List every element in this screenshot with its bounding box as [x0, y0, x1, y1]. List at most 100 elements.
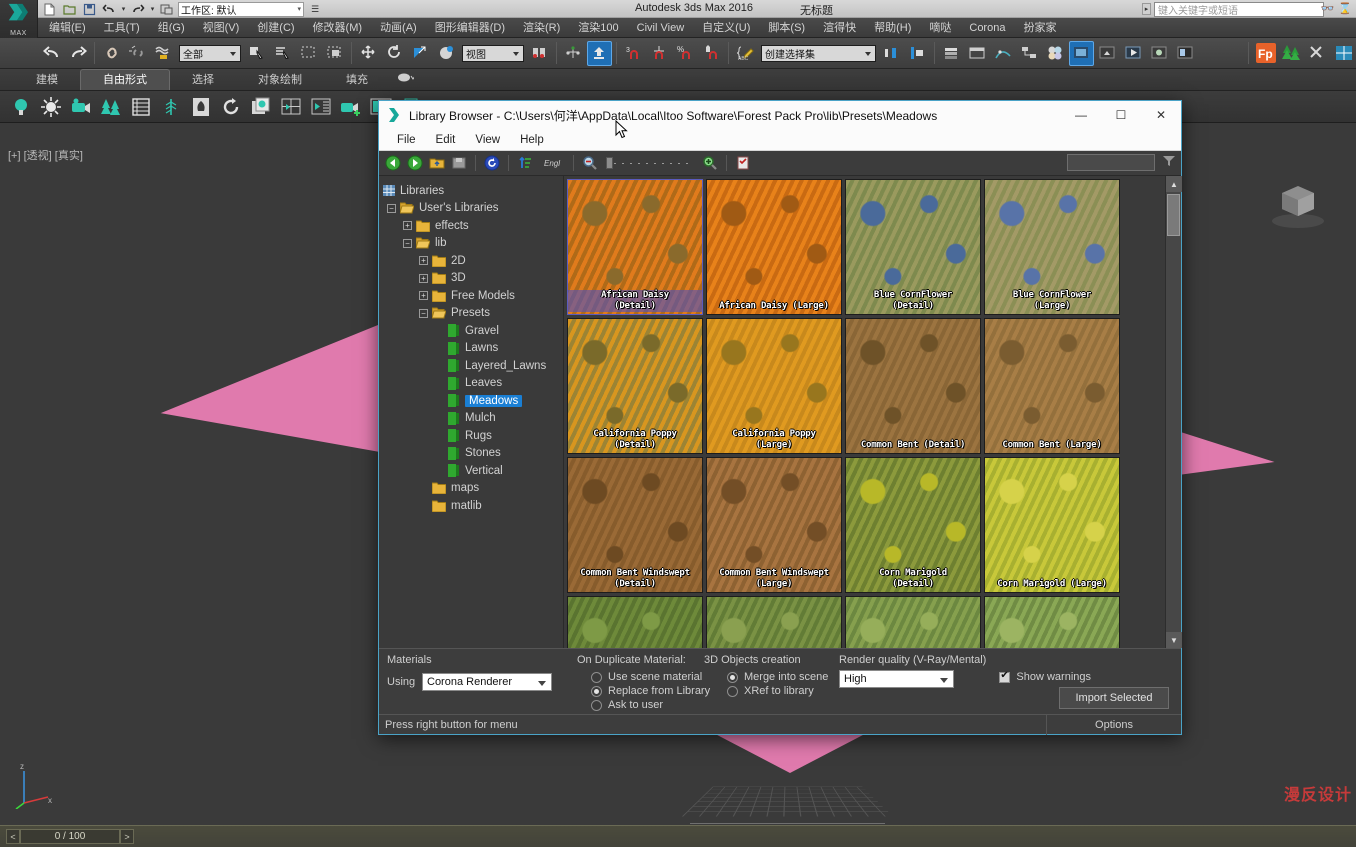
tree-expander-collapsed[interactable]: +	[419, 291, 428, 301]
save-file-icon[interactable]	[80, 1, 98, 17]
snaps-3d-icon[interactable]: 3	[621, 41, 646, 66]
grass-icon[interactable]	[158, 94, 184, 120]
select-by-name-icon[interactable]	[270, 41, 295, 66]
max-status-bar[interactable]: < 0 / 100 >	[0, 825, 1356, 847]
thumbnail-item[interactable]	[845, 596, 981, 648]
align-icon[interactable]	[905, 41, 930, 66]
redo-dropdown-icon[interactable]: ▾	[149, 1, 156, 17]
options-button[interactable]: Options	[1046, 715, 1181, 735]
lb-menu-view[interactable]: View	[465, 134, 510, 146]
max-main-toolbar[interactable]: 全部 视图 3 % ABC 创建选择集 Fp	[0, 38, 1356, 69]
tree-item-lawns[interactable]: Lawns	[383, 340, 563, 358]
open-file-icon[interactable]	[60, 1, 78, 17]
max-menu-bar[interactable]: 编辑(E) 工具(T) 组(G) 视图(V) 创建(C) 修改器(M) 动画(A…	[0, 18, 1356, 38]
ribbon-tab-selection[interactable]: 选择	[170, 70, 236, 90]
list-view-icon[interactable]	[128, 94, 154, 120]
copy-layers-icon[interactable]	[248, 94, 274, 120]
qat-overflow-icon[interactable]: ☰	[306, 1, 324, 17]
select-and-rotate-icon[interactable]	[382, 41, 407, 66]
tree-item-matlib[interactable]: matlib	[383, 497, 563, 515]
scroll-down-button[interactable]: ▼	[1166, 632, 1182, 648]
ribbon-toggle-icon[interactable]	[965, 41, 990, 66]
menu-item-0[interactable]: 编辑(E)	[40, 18, 95, 38]
menu-item-3[interactable]: 视图(V)	[194, 18, 249, 38]
menu-item-9[interactable]: 渲染100	[569, 18, 627, 38]
lb-menu-help[interactable]: Help	[510, 134, 554, 146]
bind-to-space-warp-icon[interactable]	[151, 41, 176, 66]
select-and-link-icon[interactable]	[99, 41, 124, 66]
minimize-button[interactable]: —	[1061, 101, 1101, 129]
thumbnail-item[interactable]: Common Bent Windswept (Large)	[706, 457, 842, 593]
forest-pack-trees-icon[interactable]	[98, 94, 124, 120]
forward-icon[interactable]	[405, 153, 425, 173]
menu-item-11[interactable]: 自定义(U)	[693, 18, 759, 38]
radio-ask-to-user[interactable]: Ask to user	[591, 699, 663, 711]
thumbnail-item[interactable]: Blue CornFlower (Large)	[984, 179, 1120, 315]
renderer-combo[interactable]: Corona Renderer	[422, 673, 552, 691]
window-crossing-icon[interactable]	[322, 41, 347, 66]
tree-item-rugs[interactable]: Rugs	[383, 427, 563, 445]
tree-item-free-models[interactable]: + Free Models	[383, 287, 563, 305]
lb-menu-file[interactable]: File	[387, 134, 426, 146]
save-icon[interactable]	[449, 153, 469, 173]
menu-item-1[interactable]: 工具(T)	[95, 18, 149, 38]
library-browser-options-panel[interactable]: Materials Using Corona Renderer On Dupli…	[379, 648, 1181, 714]
menu-item-4[interactable]: 创建(C)	[248, 18, 303, 38]
radio-merge-into-scene[interactable]: Merge into scene	[727, 671, 828, 683]
rendered-frame-window-icon[interactable]	[1095, 41, 1120, 66]
menu-item-6[interactable]: 动画(A)	[371, 18, 426, 38]
radio-use-scene-material[interactable]: Use scene material	[591, 671, 702, 683]
thumbnail-item[interactable]: California Poppy (Large)	[706, 318, 842, 454]
library-browser-window[interactable]: Library Browser - C:\Users\何洋\AppData\Lo…	[378, 100, 1182, 735]
menu-item-15[interactable]: 嘀哒	[920, 18, 960, 38]
ribbon-tab-populate[interactable]: 填充	[324, 70, 390, 90]
new-file-icon[interactable]	[40, 1, 58, 17]
menu-item-13[interactable]: 渲得快	[814, 18, 865, 38]
layer-manager-icon[interactable]	[939, 41, 964, 66]
quick-access-toolbar[interactable]: ▾ ▾ 工作区: 默认 ▾ ☰	[40, 1, 324, 17]
thumbnail-item[interactable]: Corn Marigold (Large)	[984, 457, 1120, 593]
unlink-selection-icon[interactable]	[125, 41, 150, 66]
edit-named-selection-sets-icon[interactable]: ABC	[733, 41, 758, 66]
render-setup-icon[interactable]	[1069, 40, 1094, 66]
scroll-up-button[interactable]: ▲	[1166, 176, 1182, 192]
forest-trees-icon[interactable]	[1279, 41, 1304, 66]
ribbon-tab-freeform[interactable]: 自由形式	[80, 69, 170, 90]
railclone-icon[interactable]	[1331, 41, 1356, 66]
thumbnail-item[interactable]: Common Bent Windswept (Detail)	[567, 457, 703, 593]
render-iterative-icon[interactable]	[1147, 41, 1172, 66]
filter-funnel-icon[interactable]	[1162, 155, 1176, 170]
menu-item-5[interactable]: 修改器(M)	[304, 18, 372, 38]
language-icon[interactable]: Engl	[537, 153, 567, 173]
tree-item-user-s-libraries[interactable]: − User's Libraries	[383, 200, 563, 218]
tree-item-leaves[interactable]: Leaves	[383, 375, 563, 393]
menu-item-10[interactable]: Civil View	[628, 18, 693, 38]
named-selection-sets-combo[interactable]: 创建选择集	[761, 44, 876, 62]
folder-up-icon[interactable]	[427, 153, 447, 173]
play-panel-icon[interactable]	[308, 94, 334, 120]
redo-icon[interactable]	[129, 1, 147, 17]
zoom-slider-handle[interactable]	[606, 157, 613, 169]
render-production-icon[interactable]	[1121, 41, 1146, 66]
tree-item-vertical[interactable]: Vertical	[383, 462, 563, 480]
radio-replace-from-library[interactable]: Replace from Library	[591, 685, 710, 697]
tree-expander-expanded[interactable]: −	[403, 238, 412, 248]
reference-coordinate-combo[interactable]: 视图	[462, 44, 524, 62]
menu-item-14[interactable]: 帮助(H)	[865, 18, 920, 38]
tree-item-effects[interactable]: + effects	[383, 217, 563, 235]
lb-menu-edit[interactable]: Edit	[426, 134, 466, 146]
thumbnail-item[interactable]: Common Bent (Large)	[984, 318, 1120, 454]
thumbnail-item[interactable]	[567, 596, 703, 648]
maximize-button[interactable]: ☐	[1101, 101, 1141, 129]
spinner-snap-icon[interactable]	[699, 41, 724, 66]
checklist-icon[interactable]	[733, 153, 753, 173]
redo-scene-icon[interactable]	[65, 41, 90, 66]
library-browser-toolbar[interactable]: Engl	[379, 151, 1181, 176]
search-input[interactable]: 键入关键字或短语	[1154, 2, 1324, 17]
menu-item-2[interactable]: 组(G)	[149, 18, 194, 38]
tree-item-stones[interactable]: Stones	[383, 445, 563, 463]
help-glyph-icon[interactable]: ⌛	[1338, 2, 1352, 15]
filter-input[interactable]	[1067, 154, 1155, 171]
curve-editor-icon[interactable]	[991, 41, 1016, 66]
max-application-button[interactable]: MAX	[0, 0, 38, 38]
